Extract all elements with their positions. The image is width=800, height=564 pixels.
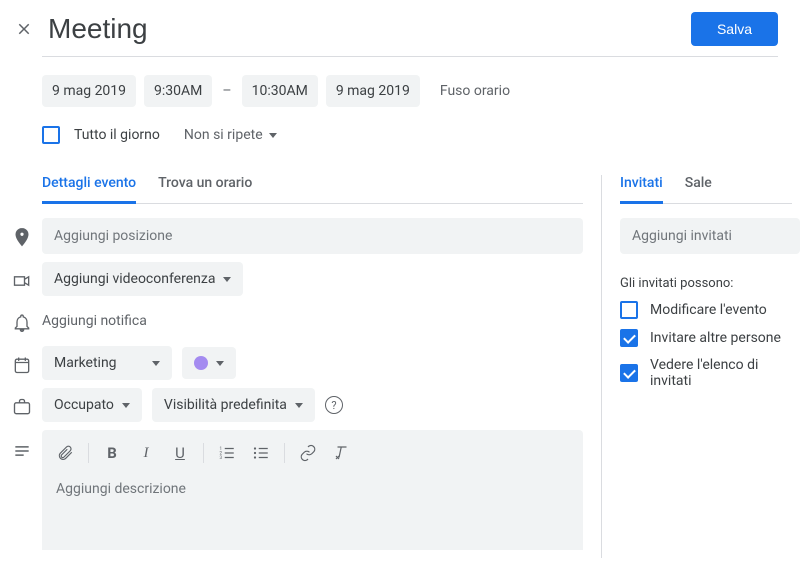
chevron-down-icon [223, 277, 231, 282]
perm-invite-label: Invitare altre persone [650, 330, 781, 346]
visibility-help-button[interactable]: ? [325, 396, 343, 414]
help-icon: ? [331, 399, 336, 412]
bullet-list-button[interactable] [246, 438, 276, 468]
availability-label: Occupato [54, 397, 114, 413]
bullet-list-icon [252, 444, 270, 462]
guest-permissions-heading: Gli invitati possono: [620, 276, 800, 291]
time-range-dash: – [220, 83, 233, 99]
attach-button[interactable] [50, 438, 80, 468]
allday-label: Tutto il giorno [74, 127, 160, 143]
chevron-down-icon [152, 361, 160, 366]
bell-icon [10, 304, 34, 333]
start-date-picker[interactable]: 9 mag 2019 [42, 75, 136, 107]
link-icon [299, 444, 317, 462]
close-icon [15, 20, 33, 38]
perm-modify-checkbox[interactable] [620, 301, 638, 319]
toolbar-separator [203, 443, 204, 463]
add-guests-input[interactable]: Aggiungi invitati [620, 218, 800, 254]
calendar-icon [10, 346, 34, 375]
link-button[interactable] [293, 438, 323, 468]
tab-rooms[interactable]: Sale [685, 175, 712, 204]
color-select[interactable] [182, 347, 236, 379]
description-input[interactable]: Aggiungi descrizione [42, 477, 583, 511]
clear-formatting-button[interactable] [327, 438, 357, 468]
recurrence-label: Non si ripete [184, 127, 263, 143]
calendar-select[interactable]: Marketing [42, 346, 172, 380]
visibility-label: Visibilità predefinita [164, 397, 287, 413]
bold-button[interactable]: B [97, 438, 127, 468]
event-title-input[interactable] [44, 13, 675, 45]
recurrence-dropdown[interactable]: Non si ripete [174, 121, 287, 149]
tab-guests[interactable]: Invitati [620, 175, 663, 204]
tab-find-time[interactable]: Trova un orario [158, 175, 252, 204]
add-video-conference-dropdown[interactable]: Aggiungi videoconferenza [42, 262, 243, 296]
chevron-down-icon [122, 403, 130, 408]
timezone-link[interactable]: Fuso orario [440, 83, 510, 99]
perm-see-list-label: Vedere l'elenco di invitati [650, 357, 800, 389]
underline-icon: U [175, 444, 185, 462]
numbered-list-button[interactable]: 123 [212, 438, 242, 468]
perm-see-list-checkbox[interactable] [620, 364, 638, 382]
save-button[interactable]: Salva [691, 12, 778, 46]
perm-modify-label: Modificare l'evento [650, 302, 767, 318]
svg-text:3: 3 [220, 455, 223, 461]
briefcase-icon [10, 388, 34, 417]
paperclip-icon [56, 444, 74, 462]
chevron-down-icon [216, 361, 224, 366]
end-date-picker[interactable]: 9 mag 2019 [326, 75, 420, 107]
underline-button[interactable]: U [165, 438, 195, 468]
allday-checkbox[interactable] [42, 126, 60, 144]
bold-icon: B [107, 444, 117, 462]
chevron-down-icon [295, 403, 303, 408]
calendar-name-label: Marketing [54, 355, 117, 371]
color-swatch [194, 356, 208, 370]
add-notification-button[interactable]: Aggiungi notifica [42, 304, 147, 338]
visibility-select[interactable]: Visibilità predefinita [152, 388, 315, 422]
tab-event-details[interactable]: Dettagli evento [42, 175, 136, 204]
start-time-picker[interactable]: 9:30AM [144, 75, 212, 107]
toolbar-separator [88, 443, 89, 463]
toolbar-separator [284, 443, 285, 463]
numbered-list-icon: 123 [218, 444, 236, 462]
description-toolbar: B I U 123 [42, 430, 583, 477]
clear-format-icon [333, 444, 351, 462]
video-conference-label: Aggiungi videoconferenza [54, 271, 215, 287]
location-input[interactable]: Aggiungi posizione [42, 218, 583, 254]
italic-icon: I [144, 445, 149, 462]
italic-button[interactable]: I [131, 438, 161, 468]
perm-invite-checkbox[interactable] [620, 329, 638, 347]
video-icon [10, 262, 34, 291]
availability-select[interactable]: Occupato [42, 388, 142, 422]
close-button[interactable] [12, 17, 36, 41]
end-time-picker[interactable]: 10:30AM [242, 75, 318, 107]
description-icon [10, 430, 34, 461]
chevron-down-icon [269, 133, 277, 138]
location-icon [10, 218, 34, 247]
